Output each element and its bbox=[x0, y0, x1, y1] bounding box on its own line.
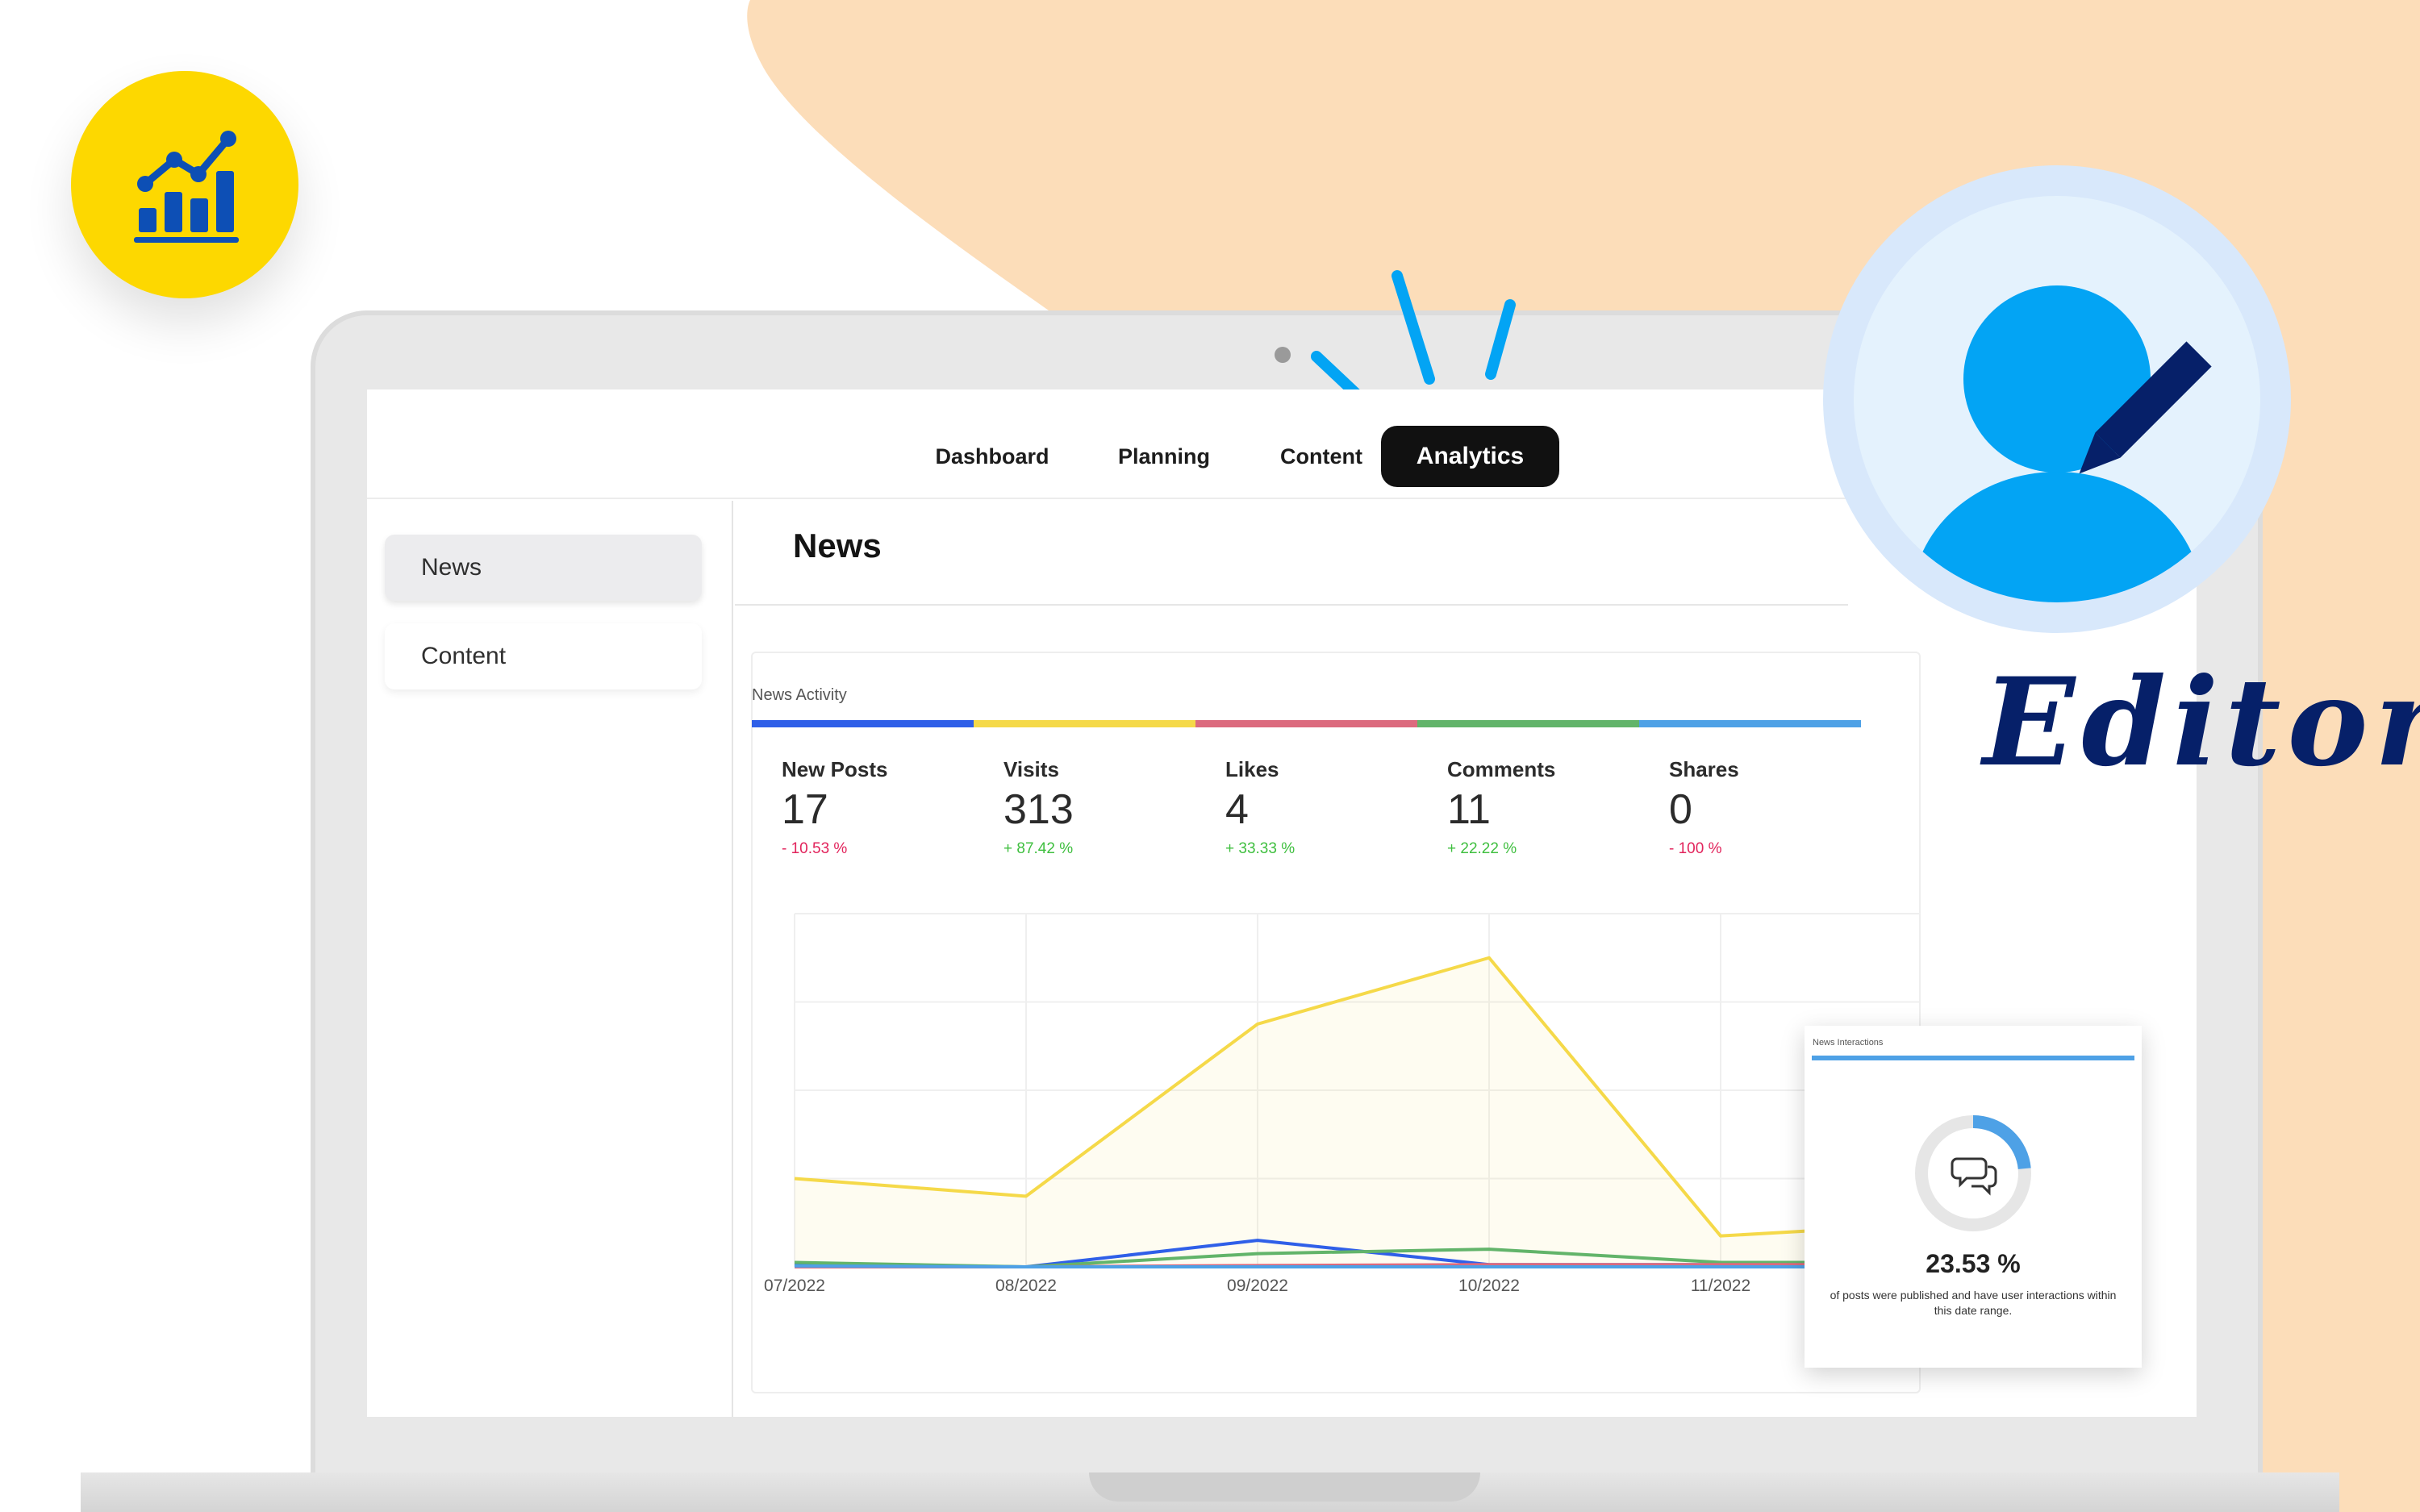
stat-value: 0 bbox=[1669, 786, 1692, 833]
interactions-description: of posts were published and have user in… bbox=[1830, 1289, 2117, 1317]
news-activity-chart: 07/202208/202209/202210/202211/202212/20… bbox=[764, 913, 1921, 1295]
stat-value: 4 bbox=[1225, 786, 1249, 833]
stat-label: Shares bbox=[1669, 757, 1739, 781]
stat-delta: + 87.42 % bbox=[1003, 840, 1074, 857]
stat-delta: - 100 % bbox=[1669, 840, 1722, 857]
news-interactions-bar bbox=[1812, 1056, 2134, 1060]
interactions-percent: 23.53 % bbox=[1926, 1249, 2021, 1278]
x-tick-label: 07/2022 bbox=[764, 1277, 825, 1295]
user-edit-icon bbox=[1823, 165, 2291, 633]
analytics-badge bbox=[71, 71, 298, 298]
stat-delta: + 33.33 % bbox=[1225, 840, 1296, 857]
stat-comments: Comments 11 + 22.22 % bbox=[1447, 757, 1657, 858]
series-area bbox=[795, 957, 1921, 1267]
stat-color-bar-visits bbox=[974, 720, 1195, 727]
x-tick-label: 08/2022 bbox=[995, 1277, 1057, 1295]
camera-dot bbox=[1275, 347, 1291, 363]
stat-value: 11 bbox=[1447, 786, 1491, 833]
news-interactions-card: News Interactions 23.53 % of posts were … bbox=[1805, 1026, 2142, 1368]
news-interactions-title: News Interactions bbox=[1813, 1038, 1884, 1048]
stat-value: 313 bbox=[1003, 786, 1074, 833]
stat-color-bar-comments bbox=[1417, 720, 1639, 727]
stat-color-bar-shares bbox=[1639, 720, 1861, 727]
x-tick-label: 10/2022 bbox=[1458, 1277, 1520, 1295]
analytics-chart-icon bbox=[134, 131, 239, 243]
stat-shares: Shares 0 - 100 % bbox=[1669, 757, 1879, 858]
sidebar-item-content[interactable]: Content bbox=[385, 623, 702, 689]
tab-planning[interactable]: Planning bbox=[1099, 426, 1229, 487]
interactions-donut bbox=[1915, 1115, 2031, 1231]
x-tick-label: 09/2022 bbox=[1227, 1277, 1288, 1295]
stat-delta: + 22.22 % bbox=[1447, 840, 1517, 857]
x-tick-label: 11/2022 bbox=[1691, 1277, 1750, 1295]
chat-bubbles-icon bbox=[1951, 1157, 1997, 1196]
stat-color-bar-new-posts bbox=[752, 720, 974, 727]
stat-new-posts: New Posts 17 - 10.53 % bbox=[782, 757, 991, 858]
stat-label: New Posts bbox=[782, 757, 888, 781]
tab-dashboard[interactable]: Dashboard bbox=[924, 426, 1061, 487]
series-line bbox=[794, 1264, 1921, 1268]
stat-likes: Likes 4 + 33.33 % bbox=[1225, 757, 1435, 858]
stat-color-bar-likes bbox=[1195, 720, 1417, 727]
stat-label: Visits bbox=[1003, 757, 1059, 781]
page-title: News bbox=[793, 527, 882, 564]
divider bbox=[735, 604, 1848, 606]
tab-analytics[interactable]: Analytics bbox=[1381, 426, 1559, 487]
stat-value: 17 bbox=[782, 786, 828, 833]
stat-label: Comments bbox=[1447, 757, 1556, 781]
news-activity-title: News Activity bbox=[752, 686, 847, 704]
sidebar-item-news[interactable]: News bbox=[385, 535, 702, 601]
stat-delta: - 10.53 % bbox=[782, 840, 848, 857]
sidebar: News Content bbox=[367, 501, 733, 1417]
laptop-notch bbox=[1089, 1472, 1480, 1502]
stat-visits: Visits 313 + 87.42 % bbox=[1003, 757, 1213, 858]
role-label: Editor bbox=[1983, 652, 2420, 793]
tab-content[interactable]: Content bbox=[1261, 426, 1382, 487]
stat-label: Likes bbox=[1225, 757, 1279, 781]
